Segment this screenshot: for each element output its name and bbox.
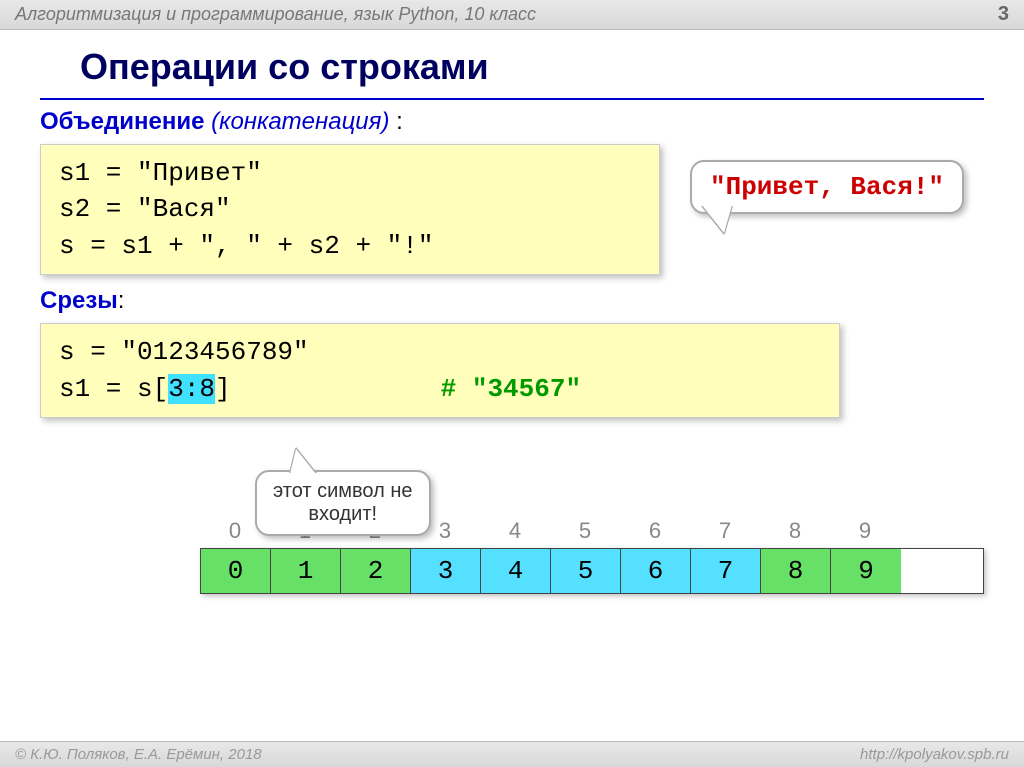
index-cell: 6 [620, 518, 690, 548]
divider [40, 98, 984, 100]
value-cell: 4 [481, 549, 551, 593]
value-cell: 1 [271, 549, 341, 593]
code-comment: # "34567" [441, 374, 581, 404]
code-line-1: s1 = "Привет" [59, 155, 641, 191]
index-cell: 8 [760, 518, 830, 548]
code-line-3: s = s1 + ", " + s2 + "!" [59, 228, 641, 264]
callout-tail2-icon [290, 449, 316, 474]
page-title: Операции со строками [80, 46, 984, 88]
value-cell: 0 [201, 549, 271, 593]
index-cell: 5 [550, 518, 620, 548]
value-cell: 8 [761, 549, 831, 593]
callout-tail-icon [702, 205, 732, 233]
callout-note: этот символ не входит! [255, 470, 431, 536]
value-cell: 2 [341, 549, 411, 593]
section1-italic: (конкатенация) [211, 108, 389, 135]
value-cell: 3 [411, 549, 481, 593]
code-line-2: s2 = "Вася" [59, 191, 641, 227]
section1-label: Объединение [40, 108, 204, 135]
index-cell: 9 [830, 518, 900, 548]
slide-header: Алгоритмизация и программирование, язык … [0, 0, 1024, 30]
content-area: Операции со строками Объединение (конкат… [0, 30, 1024, 594]
section1-colon: : [389, 108, 402, 135]
code-box-concat: s1 = "Привет" s2 = "Вася" s = s1 + ", " … [40, 144, 660, 275]
header-title: Алгоритмизация и программирование, язык … [15, 4, 536, 25]
page-number: 3 [998, 3, 1009, 26]
footer-left: © К.Ю. Поляков, Е.А. Ерёмин, 2018 [15, 746, 262, 763]
slice-line-2: s1 = s[3:8]# "34567" [59, 371, 821, 407]
value-cell: 7 [691, 549, 761, 593]
value-cell: 9 [831, 549, 901, 593]
section2-colon: : [118, 287, 125, 314]
footer-right: http://kpolyakov.spb.ru [860, 746, 1009, 763]
value-row: 0123456789 [200, 548, 984, 594]
slide-footer: © К.Ю. Поляков, Е.А. Ерёмин, 2018 http:/… [0, 741, 1024, 767]
section1-heading: Объединение (конкатенация) : [40, 108, 984, 136]
section2-label: Срезы [40, 287, 118, 314]
index-cell: 7 [690, 518, 760, 548]
value-cell: 6 [621, 549, 691, 593]
slice-line-1: s = "0123456789" [59, 334, 821, 370]
value-cell: 5 [551, 549, 621, 593]
code-box-slice: s = "0123456789" s1 = s[3:8]# "34567" [40, 323, 840, 418]
index-cell: 4 [480, 518, 550, 548]
section2-heading: Срезы: [40, 287, 984, 315]
